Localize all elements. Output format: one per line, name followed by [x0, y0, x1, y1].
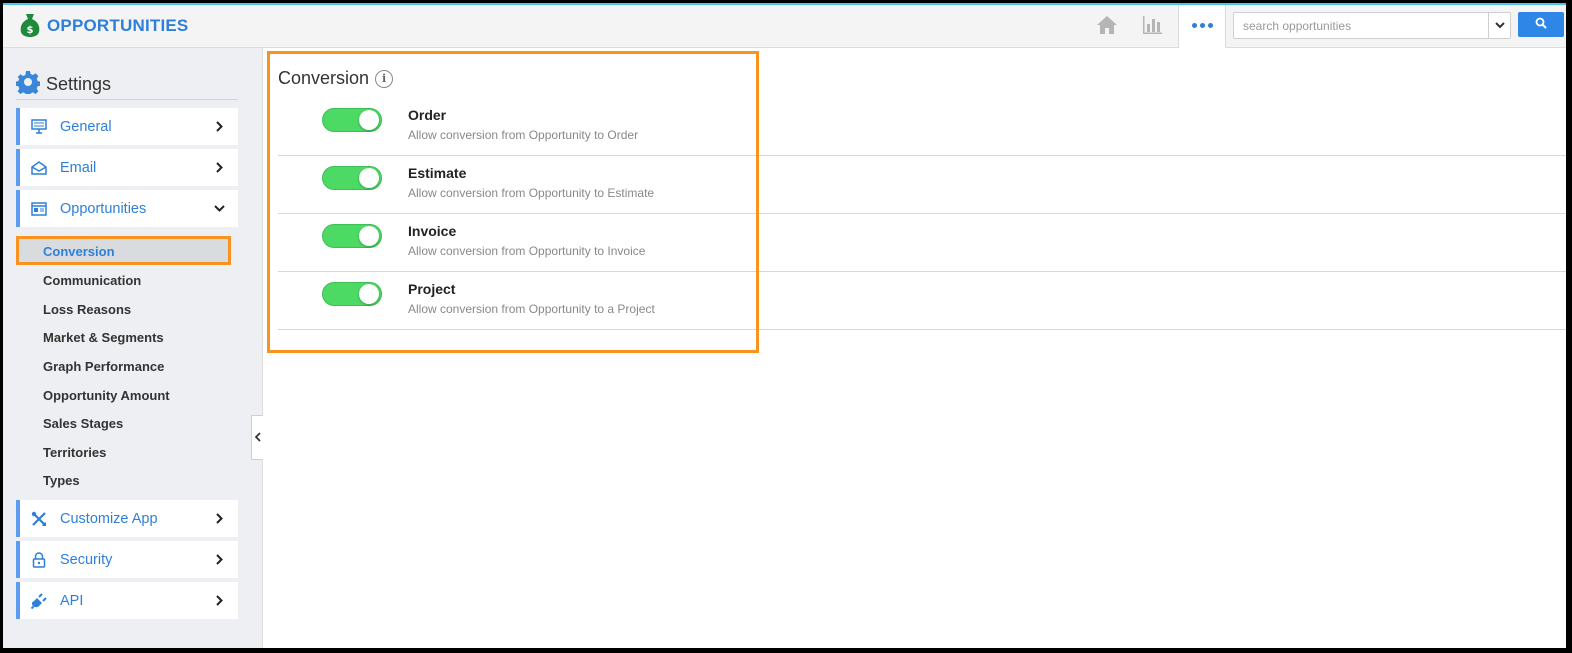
top-bar: $ OPPORTUNITIES: [3, 3, 1566, 48]
settings-title: Settings: [46, 74, 112, 94]
sidebar-item-api[interactable]: API: [16, 582, 238, 619]
gear-icon: [15, 70, 41, 99]
estimate-toggle[interactable]: [322, 166, 382, 190]
toggle-knob: [359, 168, 379, 188]
search-button[interactable]: [1518, 12, 1564, 37]
order-toggle[interactable]: [322, 108, 382, 132]
option-name: Estimate: [408, 165, 467, 181]
toggle-knob: [359, 226, 379, 246]
section-heading: Conversion i: [278, 68, 394, 89]
option-description: Allow conversion from Opportunity to Est…: [408, 186, 655, 200]
sidebar-subitem-territories[interactable]: Territories: [43, 445, 106, 460]
info-icon[interactable]: i: [375, 69, 394, 88]
chevron-left-icon: [254, 429, 261, 447]
sidebar-item-customize-app[interactable]: Customize App: [16, 500, 238, 537]
conversion-row-order: Order Allow conversion from Opportunity …: [278, 98, 1566, 156]
plug-icon: [30, 592, 48, 610]
chevron-right-icon: [206, 121, 232, 132]
sidebar-subitem-loss-reasons[interactable]: Loss Reasons: [43, 302, 131, 317]
sidebar-subitem-graph-performance[interactable]: Graph Performance: [43, 359, 164, 374]
sidebar-subitem-types[interactable]: Types: [43, 473, 80, 488]
sidebar-subitem-market-segments[interactable]: Market & Segments: [43, 330, 164, 345]
sidebar-item-label: Email: [60, 159, 97, 176]
bar-chart-icon[interactable]: [1139, 12, 1165, 38]
svg-text:$: $: [27, 25, 34, 36]
option-description: Allow conversion from Opportunity to Ord…: [408, 128, 639, 142]
sidebar-item-label: Security: [60, 551, 113, 568]
invoice-toggle[interactable]: [322, 224, 382, 248]
toggle-knob: [359, 284, 379, 304]
section-title: Conversion: [278, 68, 370, 88]
settings-sidebar: Settings General Email Opportunities Con…: [3, 48, 263, 648]
sidebar-subitem-conversion[interactable]: Conversion: [16, 236, 231, 265]
option-name: Project: [408, 281, 456, 297]
settings-heading: Settings: [15, 70, 112, 99]
sidebar-item-opportunities[interactable]: Opportunities: [16, 190, 238, 227]
tools-icon: [30, 510, 48, 528]
toggle-knob: [359, 110, 379, 130]
sidebar-item-label: Customize App: [60, 510, 158, 527]
option-name: Invoice: [408, 223, 457, 239]
sidebar-subitem-opportunity-amount[interactable]: Opportunity Amount: [43, 388, 170, 403]
sidebar-subitem-communication[interactable]: Communication: [43, 273, 141, 288]
sidebar-item-general[interactable]: General: [16, 108, 238, 145]
money-bag-icon: $: [19, 12, 41, 38]
window-icon: [30, 200, 48, 218]
sidebar-item-label: General: [60, 118, 112, 135]
sidebar-item-label: Opportunities: [60, 200, 147, 217]
lock-icon: [30, 551, 48, 569]
sidebar-item-security[interactable]: Security: [16, 541, 238, 578]
search-input[interactable]: [1234, 13, 1482, 38]
chevron-right-icon: [206, 554, 232, 565]
chevron-right-icon: [206, 595, 232, 606]
search-box: [1233, 12, 1511, 39]
conversion-row-project: Project Allow conversion from Opportunit…: [278, 272, 1566, 330]
envelope-icon: [30, 159, 48, 177]
chevron-down-icon[interactable]: [1488, 13, 1510, 38]
sidebar-collapse-button[interactable]: [251, 415, 263, 460]
search-icon: [1535, 16, 1547, 34]
chevron-right-icon: [206, 513, 232, 524]
app-window: $ OPPORTUNITIES search opportunities Set…: [3, 3, 1566, 648]
chevron-right-icon: [206, 162, 232, 173]
sidebar-item-email[interactable]: Email: [16, 149, 238, 186]
home-icon[interactable]: [1094, 12, 1120, 38]
divider: [16, 99, 238, 100]
option-name: Order: [408, 107, 447, 123]
sidebar-subitem-label: Conversion: [43, 244, 115, 259]
conversion-row-invoice: Invoice Allow conversion from Opportunit…: [278, 214, 1566, 272]
main-content: Conversion i Order Allow conversion from…: [264, 48, 1566, 648]
sidebar-item-label: API: [60, 592, 84, 609]
option-description: Allow conversion from Opportunity to Inv…: [408, 244, 646, 258]
project-toggle[interactable]: [322, 282, 382, 306]
more-dots-icon[interactable]: [1178, 3, 1226, 48]
monitor-icon: [30, 118, 48, 136]
option-description: Allow conversion from Opportunity to a P…: [408, 302, 655, 316]
conversion-row-estimate: Estimate Allow conversion from Opportuni…: [278, 156, 1566, 214]
chevron-down-icon: [206, 205, 232, 212]
sidebar-subitem-sales-stages[interactable]: Sales Stages: [43, 416, 123, 431]
app-title[interactable]: OPPORTUNITIES: [47, 16, 188, 36]
